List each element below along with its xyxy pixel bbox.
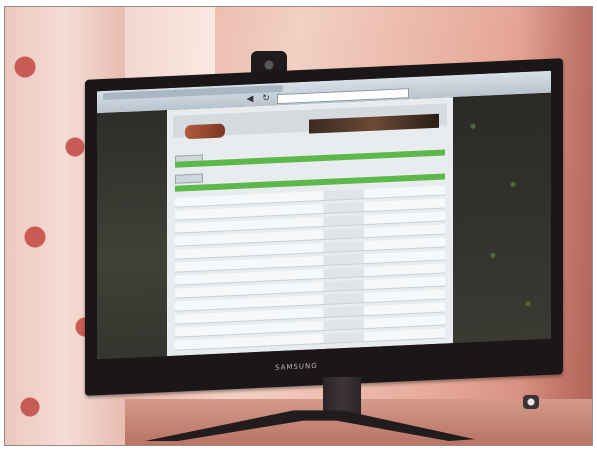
monitor-screen: ◀ ↻ (97, 70, 551, 360)
screen-right-background (453, 92, 551, 344)
forum-button (175, 173, 203, 184)
forum-logo (185, 123, 225, 140)
photo: ◀ ↻ SAMSUNG (4, 6, 593, 446)
forum-header (173, 103, 447, 140)
monitor: ◀ ↻ (85, 58, 563, 396)
forum-topic-list (175, 185, 445, 351)
reload-icon: ↻ (262, 93, 270, 104)
forum-buttons (175, 147, 235, 184)
forum-page (167, 97, 453, 357)
forum-banner (309, 113, 439, 134)
power-button (523, 395, 539, 409)
back-icon: ◀ (246, 94, 254, 105)
screen-left-background (97, 110, 167, 360)
browser-tab-strip (103, 84, 283, 101)
